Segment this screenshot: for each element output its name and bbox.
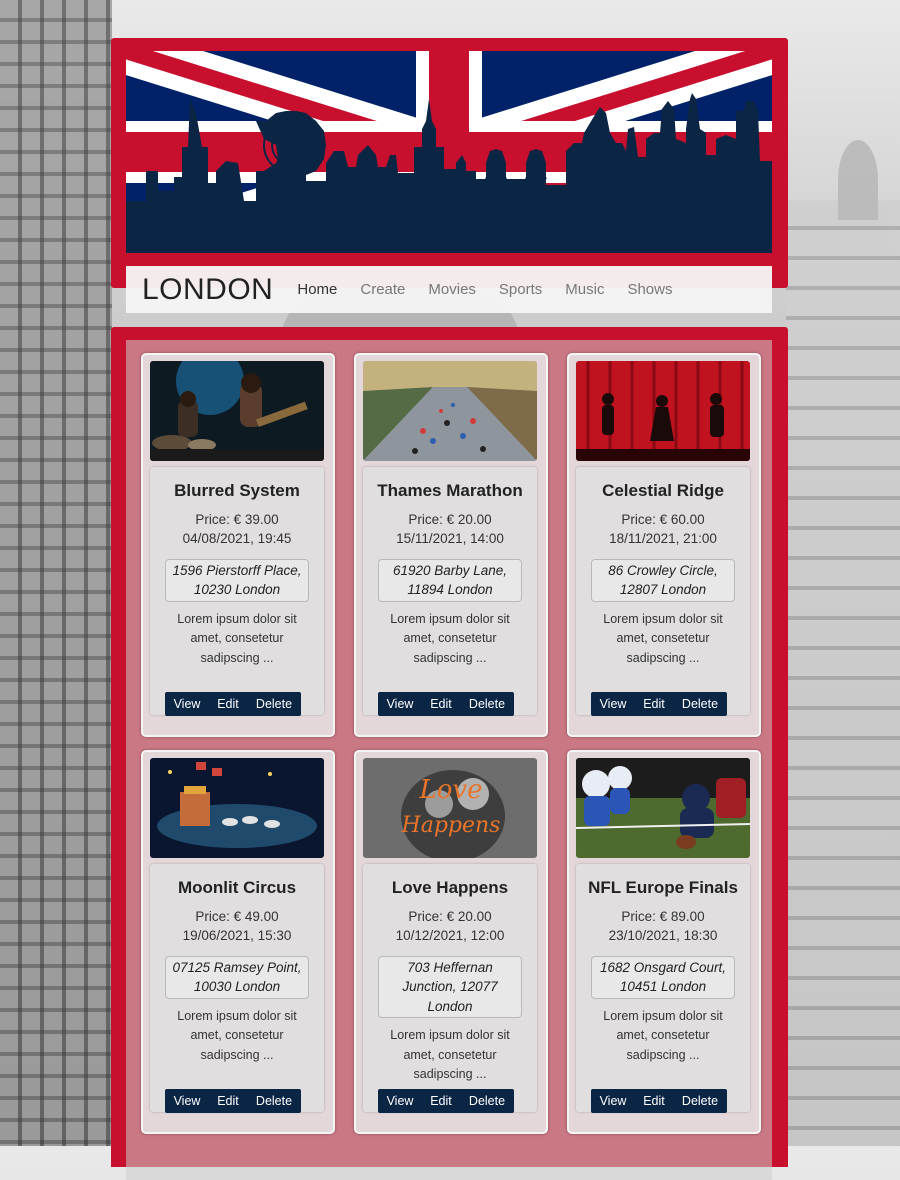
event-datetime: 15/11/2021, 14:00	[396, 531, 504, 546]
event-address: 07125 Ramsey Point, 10030 London	[165, 955, 309, 999]
view-button[interactable]: View	[165, 692, 209, 716]
event-card: Love Happens Love Happens Price: € 20.00…	[354, 750, 548, 1134]
event-image: Love Happens	[363, 758, 537, 858]
event-card-body: NFL Europe Finals Price: € 89.00 23/10/2…	[576, 864, 750, 1112]
event-title: Love Happens	[391, 878, 509, 897]
edit-button[interactable]: Edit	[422, 1089, 460, 1113]
event-title: NFL Europe Finals	[588, 878, 738, 897]
event-card: Thames Marathon Price: € 20.00 15/11/202…	[354, 353, 548, 737]
event-price: Price: € 49.00	[195, 908, 279, 924]
edit-button[interactable]: Edit	[209, 1089, 247, 1113]
event-image	[576, 758, 750, 858]
event-action-buttons: View Edit Delete	[378, 692, 514, 716]
view-button[interactable]: View	[165, 1089, 209, 1113]
nav-shows-link[interactable]: Shows	[627, 281, 672, 298]
events-grid: Blurred System Price: € 39.00 04/08/2021…	[126, 340, 772, 1180]
event-address: 1682 Onsgard Court, 10451 London	[591, 955, 735, 999]
poster-title-love: Love	[419, 775, 483, 805]
event-card-body: Blurred System Price: € 39.00 04/08/2021…	[150, 467, 324, 715]
event-datetime: 10/12/2021, 12:00	[395, 928, 505, 943]
brand-logo[interactable]: LONDON	[142, 273, 273, 307]
event-description: Lorem ipsum dolor sit amet, consetetur s…	[603, 611, 723, 665]
event-title: Moonlit Circus	[177, 878, 297, 897]
event-action-buttons: View Edit Delete	[165, 692, 301, 716]
event-description: Lorem ipsum dolor sit amet, consetetur s…	[177, 611, 297, 665]
event-description: Lorem ipsum dolor sit amet, consetetur s…	[177, 1008, 297, 1062]
event-description: Lorem ipsum dolor sit amet, consetetur s…	[603, 1008, 723, 1062]
edit-button[interactable]: Edit	[635, 692, 673, 716]
event-action-buttons: View Edit Delete	[165, 1089, 301, 1113]
event-price: Price: € 60.00	[621, 511, 705, 527]
event-card-body: Love Happens Price: € 20.00 10/12/2021, …	[363, 864, 537, 1112]
event-price: Price: € 20.00	[408, 908, 492, 924]
event-title: Thames Marathon	[377, 481, 523, 500]
union-jack-skyline-banner	[126, 51, 772, 253]
event-image	[150, 758, 324, 858]
delete-button[interactable]: Delete	[460, 692, 514, 716]
delete-button[interactable]: Delete	[247, 692, 301, 716]
event-datetime: 18/11/2021, 21:00	[609, 531, 717, 546]
event-price: Price: € 20.00	[408, 511, 492, 527]
event-card: Celestial Ridge Price: € 60.00 18/11/202…	[567, 353, 761, 737]
background-building-left	[0, 0, 112, 1146]
event-price: Price: € 89.00	[621, 908, 705, 924]
event-title: Celestial Ridge	[602, 481, 724, 500]
view-button[interactable]: View	[591, 1089, 635, 1113]
delete-button[interactable]: Delete	[460, 1089, 514, 1113]
event-card: Moonlit Circus Price: € 49.00 19/06/2021…	[141, 750, 335, 1134]
view-button[interactable]: View	[378, 1089, 422, 1113]
event-title: Blurred System	[174, 481, 300, 500]
event-card: Blurred System Price: € 39.00 04/08/2021…	[141, 353, 335, 737]
event-datetime: 23/10/2021, 18:30	[608, 928, 718, 943]
navbar: LONDON Home Create Movies Sports Music S…	[126, 266, 772, 313]
event-image	[363, 361, 537, 461]
site-header: LONDON Home Create Movies Sports Music S…	[111, 38, 788, 313]
edit-button[interactable]: Edit	[209, 692, 247, 716]
event-card: NFL Europe Finals Price: € 89.00 23/10/2…	[567, 750, 761, 1134]
event-image	[576, 361, 750, 461]
event-datetime: 04/08/2021, 19:45	[182, 531, 292, 546]
nav-music-link[interactable]: Music	[565, 281, 604, 298]
view-button[interactable]: View	[591, 692, 635, 716]
event-card-body: Celestial Ridge Price: € 60.00 18/11/202…	[576, 467, 750, 715]
events-panel: Blurred System Price: € 39.00 04/08/2021…	[111, 327, 788, 1180]
event-datetime: 19/06/2021, 15:30	[182, 928, 292, 943]
event-address: 703 Heffernan Junction, 12077 London	[378, 955, 522, 1018]
poster-title-happens: Happens	[401, 813, 501, 838]
event-price: Price: € 39.00	[195, 511, 279, 527]
event-card-body: Moonlit Circus Price: € 49.00 19/06/2021…	[150, 864, 324, 1112]
background-cathedral-right	[786, 140, 900, 1146]
event-address: 61920 Barby Lane, 11894 London	[378, 558, 522, 602]
event-description: Lorem ipsum dolor sit amet, consetetur s…	[390, 1028, 510, 1081]
event-action-buttons: View Edit Delete	[591, 1089, 727, 1113]
nav-movies-link[interactable]: Movies	[428, 281, 476, 298]
event-address: 86 Crowley Circle, 12807 London	[591, 558, 735, 602]
flag-skyline-graphic	[126, 51, 772, 253]
event-address: 1596 Pierstorff Place, 10230 London	[165, 558, 309, 602]
event-action-buttons: View Edit Delete	[378, 1089, 514, 1113]
delete-button[interactable]: Delete	[673, 692, 727, 716]
event-card-body: Thames Marathon Price: € 20.00 15/11/202…	[363, 467, 537, 715]
delete-button[interactable]: Delete	[673, 1089, 727, 1113]
delete-button[interactable]: Delete	[247, 1089, 301, 1113]
nav-home-link[interactable]: Home	[297, 281, 337, 298]
edit-button[interactable]: Edit	[422, 692, 460, 716]
event-description: Lorem ipsum dolor sit amet, consetetur s…	[390, 611, 510, 665]
view-button[interactable]: View	[378, 692, 422, 716]
event-image	[150, 361, 324, 461]
nav-sports-link[interactable]: Sports	[499, 281, 542, 298]
nav-create-link[interactable]: Create	[360, 281, 405, 298]
edit-button[interactable]: Edit	[635, 1089, 673, 1113]
event-action-buttons: View Edit Delete	[591, 692, 727, 716]
